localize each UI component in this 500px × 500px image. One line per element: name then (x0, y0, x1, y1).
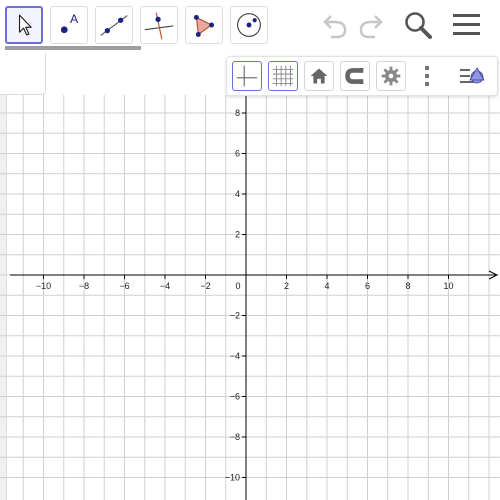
main-toolbar: A (0, 0, 500, 50)
magnet-icon (345, 68, 364, 84)
graphics-settings-button[interactable] (376, 61, 406, 91)
move-arrow-icon (18, 14, 32, 36)
algebra-view-collapsed-panel[interactable] (0, 53, 46, 95)
line-icon (100, 15, 128, 36)
style-bar-icon (460, 67, 485, 84)
x-tick-label: −2 (200, 281, 210, 291)
y-tick-label: −6 (230, 392, 240, 402)
circle-tool-button[interactable] (230, 6, 268, 44)
x-tick-label: 10 (443, 281, 453, 291)
grid-icon (272, 65, 294, 87)
axes-layer (10, 95, 499, 500)
x-tick-label: −8 (79, 281, 89, 291)
home-icon (310, 68, 328, 84)
x-tick-label: −10 (36, 281, 51, 291)
y-tick-label: −8 (230, 432, 240, 442)
search-button[interactable] (401, 8, 435, 42)
perpendicular-line-icon (144, 12, 174, 40)
y-tick-label: −10 (225, 473, 240, 483)
x-tick-label: 8 (405, 281, 410, 291)
redo-button[interactable] (354, 8, 388, 42)
more-options-button[interactable] (412, 61, 442, 91)
main-menu-button[interactable] (450, 8, 484, 42)
perpendicular-line-tool-button[interactable] (140, 6, 178, 44)
standard-view-button[interactable] (304, 61, 334, 91)
redo-icon (359, 15, 383, 39)
graphics-view-canvas[interactable]: −10 −8 −6 −4 −2 0 2 4 6 8 10 8 6 4 2 −2 −4 −6 −8 −10 (0, 95, 500, 500)
tool-category-underline (5, 46, 141, 50)
move-tool-button[interactable] (5, 6, 43, 44)
y-tick-label: −4 (230, 351, 240, 361)
y-tick-label: 4 (235, 189, 240, 199)
point-capturing-button[interactable] (340, 61, 370, 91)
line-tool-button[interactable] (95, 6, 133, 44)
toggle-axes-button[interactable] (232, 61, 262, 91)
x-tick-label: 2 (284, 281, 289, 291)
polygon-tool-button[interactable] (185, 6, 223, 44)
point-tool-button[interactable]: A (50, 6, 88, 44)
gear-icon (381, 66, 401, 86)
x-tick-label: 4 (324, 281, 329, 291)
undo-icon (323, 15, 347, 39)
y-tick-label: 2 (235, 230, 240, 240)
point-icon: A (60, 12, 79, 34)
undo-button[interactable] (318, 8, 352, 42)
circle-icon (237, 13, 261, 37)
x-tick-label: −6 (119, 281, 129, 291)
y-tick-label: 6 (235, 149, 240, 159)
grid-layer (0, 95, 500, 500)
y-tick-label: −2 (230, 311, 240, 321)
x-tick-label: 0 (235, 281, 240, 291)
style-bar-toggle-button[interactable] (457, 61, 487, 91)
menu-icon (453, 14, 480, 35)
search-icon (405, 12, 432, 39)
polygon-icon (193, 14, 215, 37)
x-tick-label: 6 (365, 281, 370, 291)
kebab-icon (425, 66, 429, 86)
y-tick-label: 8 (235, 108, 240, 118)
x-tick-label: −4 (160, 281, 170, 291)
graphics-style-bar (226, 56, 498, 96)
point-tool-label: A (70, 12, 79, 26)
toggle-grid-button[interactable] (268, 61, 298, 91)
axes-icon (236, 65, 258, 87)
